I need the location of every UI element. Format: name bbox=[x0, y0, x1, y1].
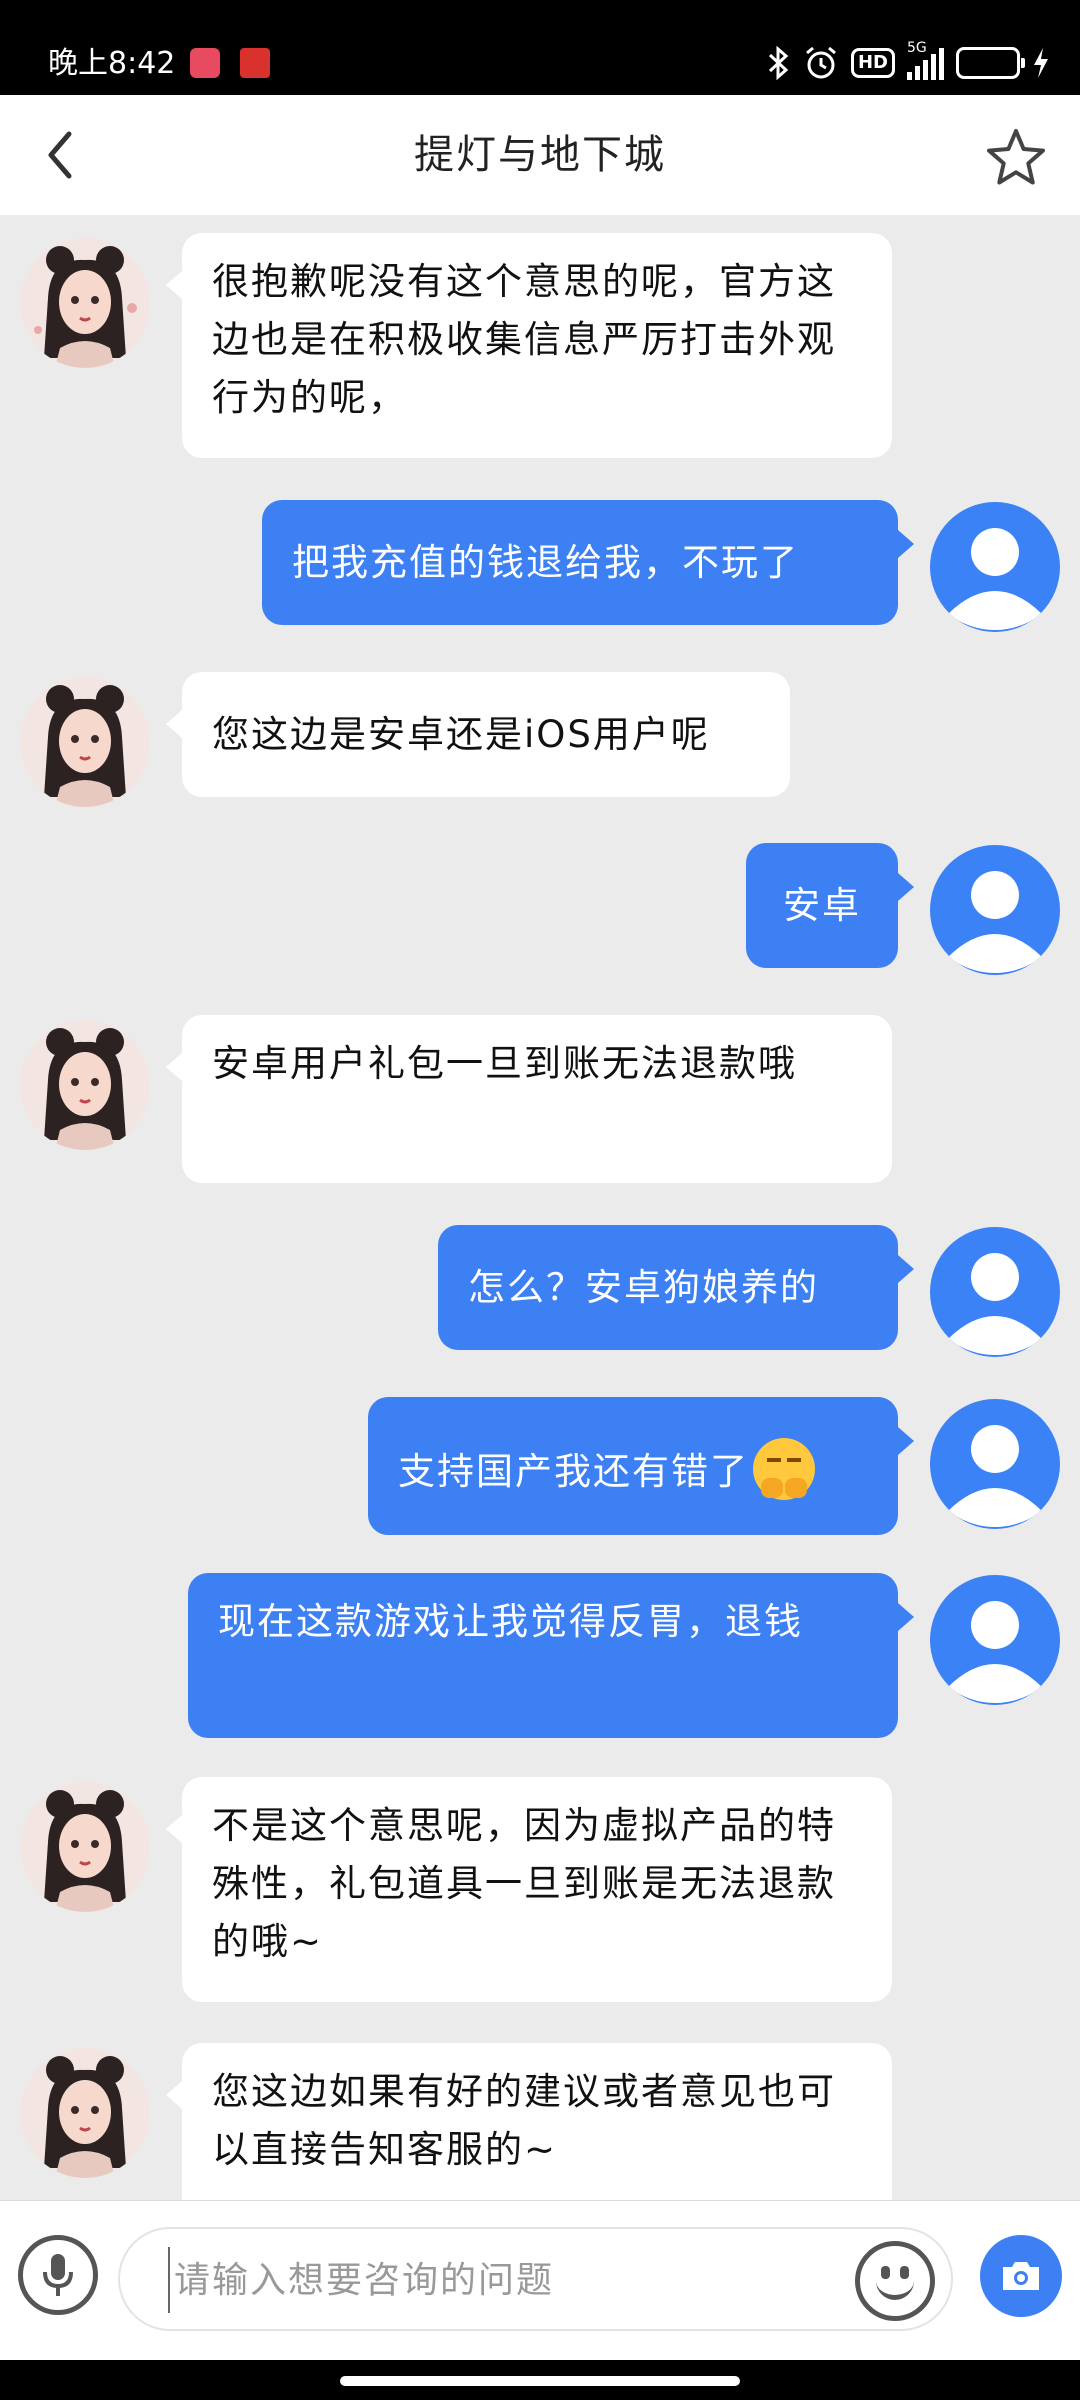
message-bubble-user: 把我充值的钱退给我，不玩了 bbox=[262, 500, 914, 625]
signal-icon: 5G bbox=[907, 40, 944, 80]
message-bubble-user: 支持国产我还有错了 bbox=[368, 1397, 914, 1535]
person-icon bbox=[948, 1425, 1042, 1527]
message-bubble-agent: 安卓用户礼包一旦到账无法退款哦 bbox=[166, 1015, 892, 1183]
status-time: 晚上8:42 bbox=[48, 46, 176, 81]
page-title: 提灯与地下城 bbox=[414, 132, 666, 178]
alarm-icon bbox=[803, 45, 839, 81]
person-icon bbox=[948, 1253, 1042, 1355]
user-avatar[interactable] bbox=[930, 1575, 1060, 1705]
message-text: 您这边是安卓还是iOS用户呢 bbox=[212, 713, 710, 756]
message-bubble-agent: 您这边是安卓还是iOS用户呢 bbox=[166, 672, 790, 797]
agent-avatar[interactable] bbox=[20, 2048, 150, 2178]
message-text: 您这边如果有好的建议或者意见也可以直接告知客服的~ bbox=[212, 2070, 836, 2171]
angry-face-emoji bbox=[753, 1437, 815, 1500]
system-navigation-bar bbox=[0, 2360, 1080, 2400]
message-bubble-user: 现在这款游戏让我觉得反胃，退钱 bbox=[188, 1573, 914, 1738]
microphone-icon bbox=[43, 2254, 73, 2296]
person-icon bbox=[948, 1601, 1042, 1703]
user-avatar[interactable] bbox=[930, 1399, 1060, 1529]
status-icons: HD 5G 40 bbox=[767, 38, 1050, 88]
message-text: 不是这个意思呢，因为虚拟产品的特殊性，礼包道具一旦到账是无法退款的哦~ bbox=[212, 1804, 836, 1963]
agent-avatar[interactable] bbox=[20, 1782, 150, 1912]
question-input-container bbox=[118, 2227, 953, 2331]
notification-app-icon bbox=[190, 48, 220, 78]
camera-button[interactable] bbox=[980, 2235, 1062, 2317]
voice-input-button[interactable] bbox=[18, 2235, 98, 2315]
star-outline-icon bbox=[987, 129, 1045, 185]
favorite-button[interactable] bbox=[982, 123, 1050, 191]
person-icon bbox=[948, 528, 1042, 630]
emoji-button[interactable] bbox=[855, 2241, 935, 2321]
message-bubble-user: 安卓 bbox=[746, 843, 914, 968]
message-input-bar bbox=[0, 2200, 1080, 2360]
home-gesture-handle[interactable] bbox=[340, 2376, 740, 2386]
question-input[interactable] bbox=[168, 2247, 788, 2313]
network-type: 5G bbox=[907, 40, 927, 56]
message-bubble-agent: 您这边如果有好的建议或者意见也可以直接告知客服的~ bbox=[166, 2043, 892, 2200]
battery-icon: 40 bbox=[956, 47, 1025, 79]
charging-icon bbox=[1032, 47, 1050, 79]
status-bar: 晚上8:42 HD 5G 40 bbox=[0, 0, 1080, 95]
user-avatar[interactable] bbox=[930, 1227, 1060, 1357]
message-bubble-user: 怎么？安卓狗娘养的 bbox=[438, 1225, 914, 1350]
agent-avatar[interactable] bbox=[20, 1020, 150, 1150]
chat-message-list[interactable]: 很抱歉呢没有这个意思的呢，官方这边也是在积极收集信息严厉打击外观行为的呢， 把我… bbox=[0, 215, 1080, 2200]
message-text: 安卓用户礼包一旦到账无法退款哦 bbox=[212, 1042, 797, 1085]
notification-app-icon bbox=[240, 48, 270, 78]
message-text: 怎么？安卓狗娘养的 bbox=[468, 1266, 819, 1309]
user-avatar[interactable] bbox=[930, 502, 1060, 632]
agent-avatar[interactable] bbox=[20, 238, 150, 368]
message-bubble-agent: 很抱歉呢没有这个意思的呢，官方这边也是在积极收集信息严厉打击外观行为的呢， bbox=[166, 233, 892, 458]
agent-avatar[interactable] bbox=[20, 677, 150, 807]
camera-icon bbox=[1003, 2262, 1039, 2290]
user-avatar[interactable] bbox=[930, 845, 1060, 975]
message-text: 安卓 bbox=[783, 884, 861, 927]
bluetooth-icon bbox=[767, 46, 791, 80]
message-text: 很抱歉呢没有这个意思的呢，官方这边也是在积极收集信息严厉打击外观行为的呢， bbox=[212, 260, 836, 419]
message-bubble-agent: 不是这个意思呢，因为虚拟产品的特殊性，礼包道具一旦到账是无法退款的哦~ bbox=[166, 1777, 892, 2002]
person-icon bbox=[948, 871, 1042, 973]
message-text: 支持国产我还有错了 bbox=[398, 1450, 749, 1493]
top-nav-bar: 提灯与地下城 bbox=[0, 95, 1080, 215]
battery-level: 40 bbox=[975, 52, 1001, 73]
hd-badge: HD bbox=[850, 48, 895, 78]
message-text: 把我充值的钱退给我，不玩了 bbox=[292, 541, 799, 584]
message-text: 现在这款游戏让我觉得反胃，退钱 bbox=[218, 1600, 803, 1643]
